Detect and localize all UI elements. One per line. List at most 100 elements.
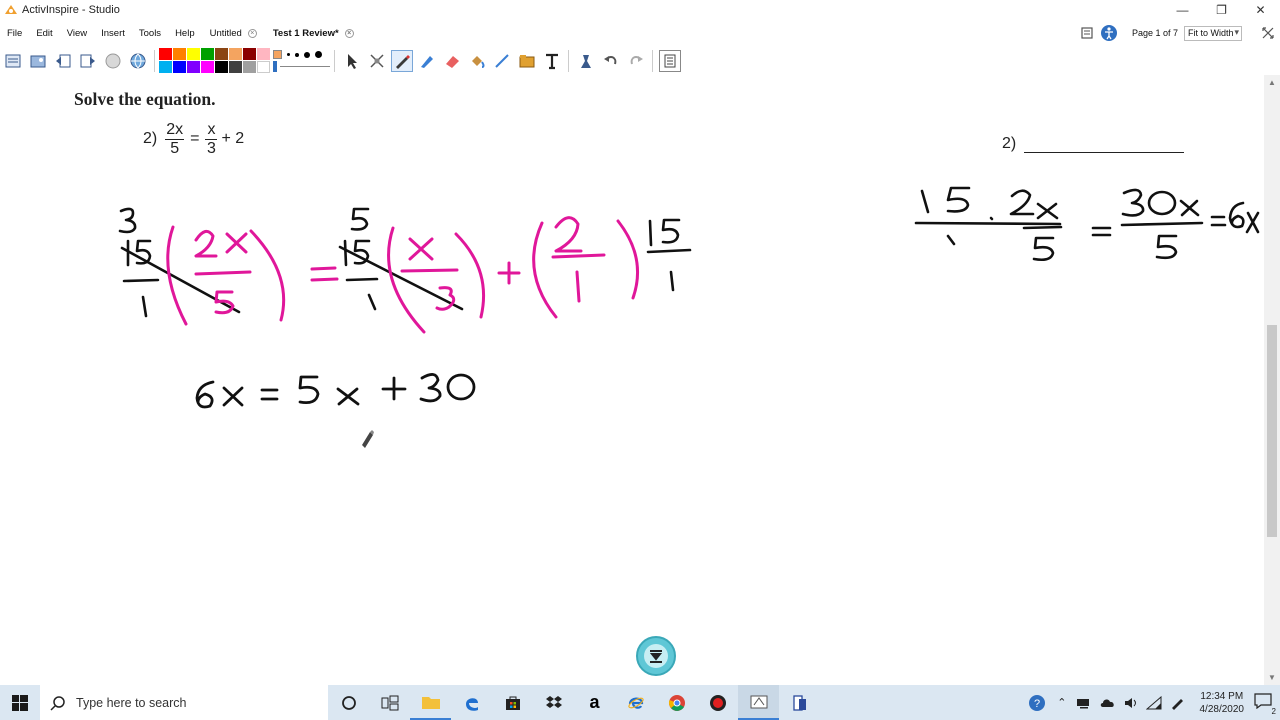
close-tab-icon[interactable]: × (344, 28, 354, 38)
svg-text:?: ? (1034, 698, 1040, 710)
parenthesis-2x-over-5 (166, 225, 286, 326)
revealer-icon[interactable] (102, 50, 124, 72)
task-view-icon[interactable] (369, 685, 410, 720)
scrollbar-thumb[interactable] (1267, 325, 1277, 537)
toolbox-menu-icon[interactable] (658, 49, 681, 72)
color-swatch-blue[interactable] (173, 61, 186, 73)
scroll-down-icon[interactable]: ▼ (1268, 673, 1276, 682)
edge-icon[interactable] (451, 685, 492, 720)
browsers-icon[interactable] (27, 50, 49, 72)
multiplier-15-middle (338, 207, 464, 311)
text-tool-icon[interactable] (541, 50, 563, 72)
redo-icon[interactable] (625, 50, 647, 72)
color-swatch-red[interactable] (159, 48, 172, 60)
clear-icon[interactable] (575, 50, 597, 72)
web-browser-icon[interactable] (127, 50, 149, 72)
previous-page-icon[interactable] (52, 50, 74, 72)
color-swatch-tan[interactable] (229, 48, 242, 60)
color-swatch-darkgray[interactable] (229, 61, 242, 73)
scroll-up-icon[interactable]: ▲ (1268, 78, 1276, 87)
start-button[interactable] (0, 685, 40, 720)
menu-file[interactable]: File (0, 28, 29, 39)
file-explorer-icon[interactable] (410, 685, 451, 720)
color-swatch-white[interactable] (257, 61, 270, 73)
next-page-icon[interactable] (77, 50, 99, 72)
clock-date: 4/28/2020 (1199, 703, 1245, 715)
menu-insert[interactable]: Insert (94, 28, 132, 39)
tab-test-1-review[interactable]: Test 1 Review* × (265, 22, 362, 44)
pen-workspace-icon[interactable] (1170, 696, 1186, 710)
show-hidden-icons-icon[interactable]: ⌃ (1057, 696, 1066, 709)
screen-recorder-icon[interactable] (697, 685, 738, 720)
pen-cursor-icon (362, 430, 374, 448)
chrome-icon[interactable] (656, 685, 697, 720)
marquee-tool-icon[interactable] (366, 50, 388, 72)
fill-tool-icon[interactable] (466, 50, 488, 72)
activinspire-icon (5, 5, 17, 14)
menu-edit[interactable]: Edit (29, 28, 59, 39)
parenthesis-2-over-1 (532, 216, 640, 319)
color-swatch-magenta[interactable] (201, 61, 214, 73)
help-icon[interactable]: ? (1028, 694, 1046, 712)
vertical-scrollbar[interactable]: ▲ ▼ (1264, 75, 1280, 685)
clock[interactable]: 12:34 PM 4/28/2020 (1200, 690, 1245, 716)
internet-explorer-icon[interactable] (615, 685, 656, 720)
color-swatch-green[interactable] (201, 48, 214, 60)
color-swatch-brown[interactable] (215, 48, 228, 60)
menu-tools[interactable]: Tools (132, 28, 168, 39)
resource-library-icon[interactable] (516, 50, 538, 72)
tab-untitled[interactable]: Untitled × (202, 22, 265, 44)
main-menu-icon[interactable] (2, 50, 24, 72)
minimize-button[interactable]: — (1163, 0, 1202, 20)
result-equation (195, 373, 476, 409)
restore-button[interactable]: ❐ (1202, 0, 1241, 20)
eraser-tool-icon[interactable] (441, 50, 463, 72)
color-swatch-maroon[interactable] (243, 48, 256, 60)
activinspire-taskbar-icon[interactable] (738, 685, 779, 720)
color-swatch-gray[interactable] (243, 61, 256, 73)
current-color-indicator (273, 50, 282, 59)
document-app-icon[interactable] (779, 685, 820, 720)
menu-help[interactable]: Help (168, 28, 202, 39)
cortana-icon[interactable] (328, 685, 369, 720)
color-swatch-pink[interactable] (257, 48, 270, 60)
main-toolbar (0, 46, 1280, 75)
volume-icon[interactable] (1124, 696, 1138, 710)
store-icon[interactable] (492, 685, 533, 720)
collapse-icon (644, 644, 668, 668)
flipchart-canvas[interactable]: Solve the equation. 2) 2x 5 = x 3 + 2 2) (0, 75, 1264, 685)
pen-width-selector[interactable] (273, 49, 330, 73)
undo-icon[interactable] (600, 50, 622, 72)
search-placeholder: Type here to search (76, 695, 187, 710)
device-icon[interactable] (1076, 697, 1092, 709)
close-button[interactable]: ✕ (1241, 0, 1280, 20)
pen-tool-icon[interactable] (390, 49, 413, 72)
onedrive-icon[interactable] (1100, 697, 1116, 709)
tab-label: Untitled (209, 27, 242, 39)
color-swatch-yellow[interactable] (187, 48, 200, 60)
amazon-icon[interactable]: a (574, 685, 615, 720)
toolbar-separator (154, 49, 155, 72)
close-tab-icon[interactable]: × (247, 28, 257, 38)
fullscreen-icon[interactable] (1262, 27, 1274, 39)
highlighter-tool-icon[interactable] (416, 50, 438, 72)
side-calculation (914, 186, 1260, 262)
page-browser-icon[interactable] (1080, 26, 1094, 40)
toolbar-separator (568, 49, 569, 72)
color-palette (159, 48, 270, 73)
color-swatch-black[interactable] (215, 61, 228, 73)
color-swatch-orange[interactable] (173, 48, 186, 60)
zoom-select[interactable]: Fit to Width (1184, 25, 1242, 41)
accessibility-icon[interactable] (1100, 24, 1118, 42)
color-swatch-cyan[interactable] (159, 61, 172, 73)
connector-tool-icon[interactable] (491, 50, 513, 72)
menu-view[interactable]: View (60, 28, 94, 39)
action-center-button[interactable]: 2 (1254, 693, 1276, 716)
network-icon[interactable] (1145, 695, 1162, 710)
color-swatch-purple[interactable] (187, 61, 200, 73)
title-bar: ActivInspire - Studio — ❐ ✕ (0, 0, 1280, 20)
taskbar-search-box[interactable]: Type here to search (40, 685, 328, 720)
collapse-toolbox-button[interactable] (636, 636, 676, 676)
dropbox-icon[interactable] (533, 685, 574, 720)
select-tool-icon[interactable] (341, 50, 363, 72)
